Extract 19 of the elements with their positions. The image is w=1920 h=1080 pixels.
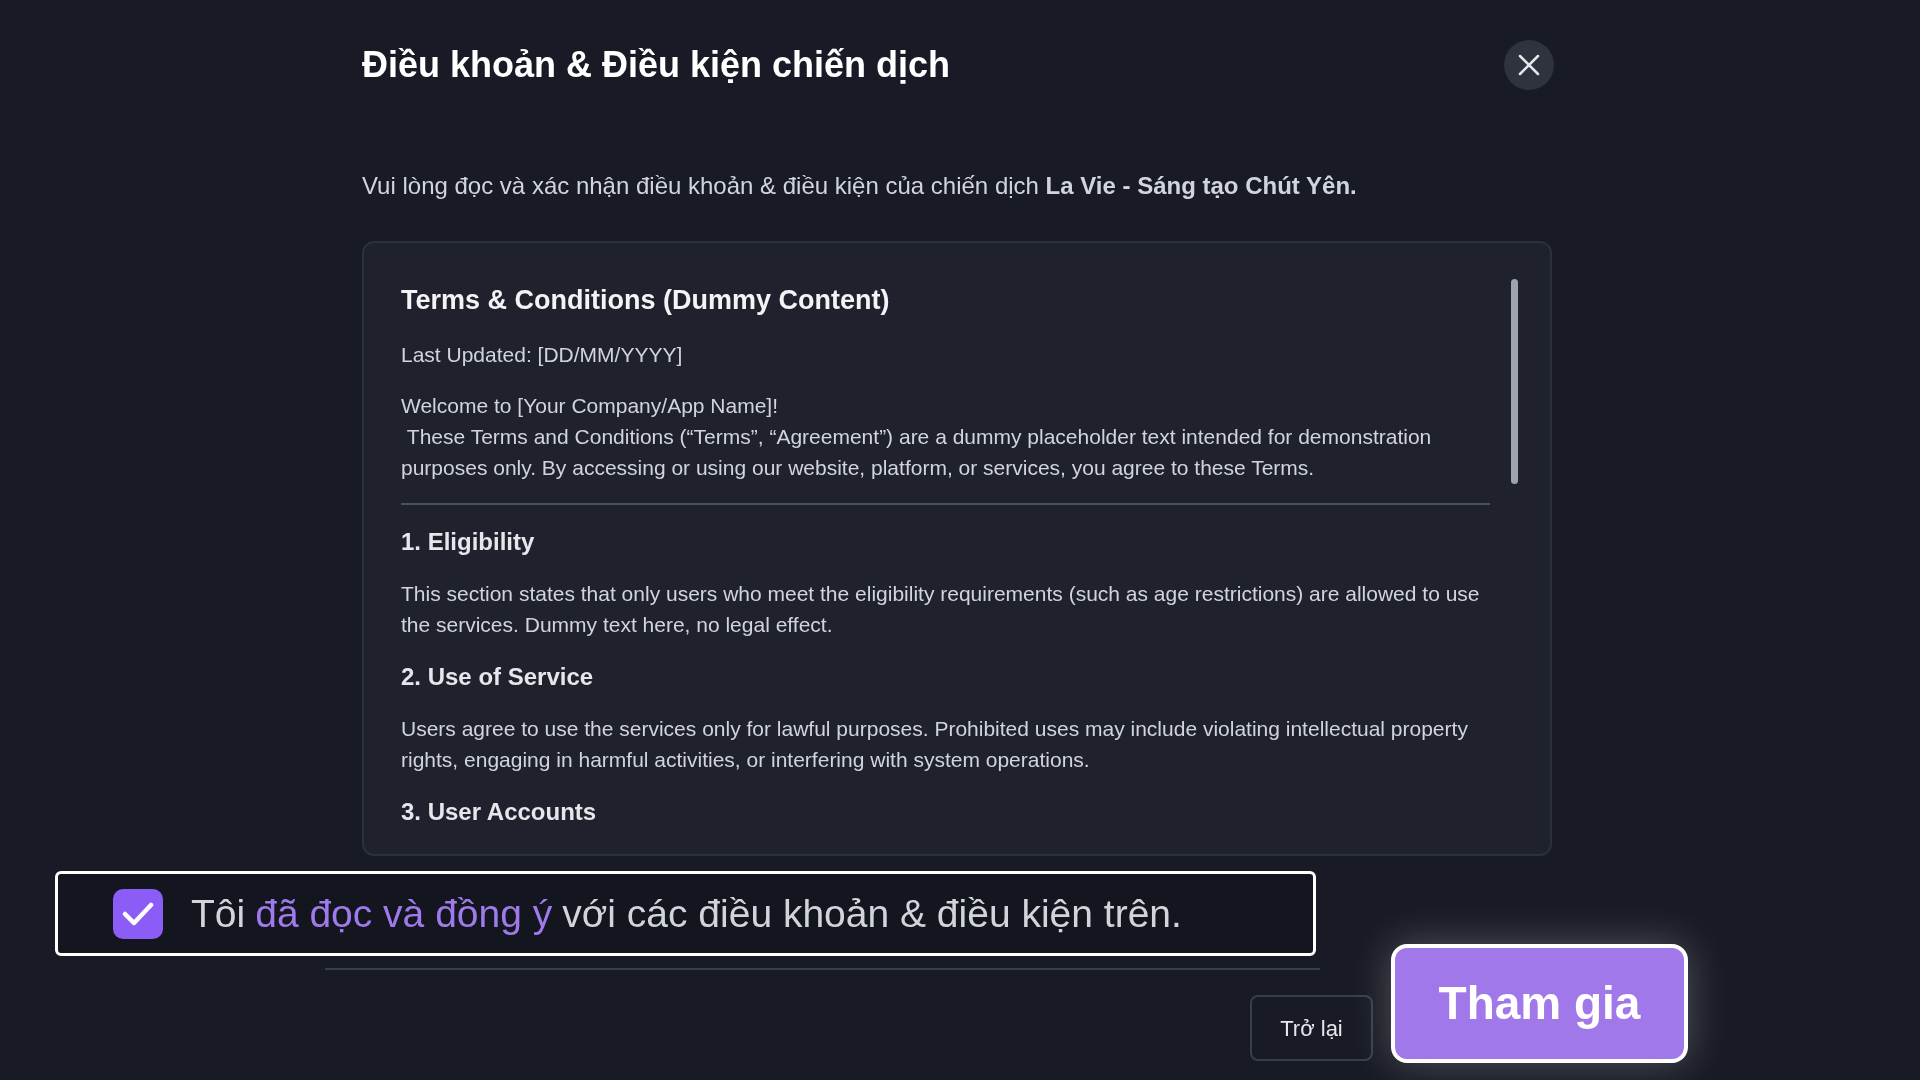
intro-text: Vui lòng đọc và xác nhận điều khoản & điều kiện của chiến dịch La Vie - Sáng tạo Chút Yên. — [362, 171, 1358, 201]
terms-paragraph: Welcome to [Your Company/App Name]! These Terms and Conditions (“Terms”, “Agreement”) are a dummy placeholder text intended for demonstration purposes only. By accessing or using our website, platform, or services, you agree to these Terms. — [401, 393, 1433, 481]
dialog-title: Điều khoản & Điều kiện chiến dịch — [362, 43, 951, 87]
agree-checkbox[interactable] — [113, 888, 163, 939]
section-heading: 2. Use of Service — [401, 662, 595, 692]
section-heading: 3. User Accounts — [401, 797, 598, 827]
section-heading: 1. Eligibility — [401, 527, 536, 557]
agreement-text: với các điều khoản & điều kiện trên. — [562, 890, 1182, 937]
check-icon — [122, 900, 154, 927]
terms-link[interactable]: đã đọc và đồng ý — [255, 889, 553, 938]
agreement-text: Tôi — [191, 890, 246, 937]
join-button[interactable]: Tham gia — [1391, 944, 1688, 1063]
back-button[interactable]: Trở lại — [1250, 995, 1373, 1061]
terms-title: Terms & Conditions (Dummy Content) — [401, 284, 891, 317]
last-updated-text: Last Updated: [DD/MM/YYYY] — [401, 342, 684, 368]
terms-paragraph: This section states that only users who meet the eligibility requirements (such as age restrictions) are allowed to use the services. Dummy text here, no legal effect. — [401, 581, 1481, 638]
close-icon — [1518, 54, 1540, 76]
terms-paragraph: Users agree to use the services only for lawful purposes. Prohibited uses may include violating intellectual property rights, engaging in harmful activities, or interfering with system operations. — [401, 716, 1469, 773]
close-button[interactable] — [1504, 40, 1554, 90]
